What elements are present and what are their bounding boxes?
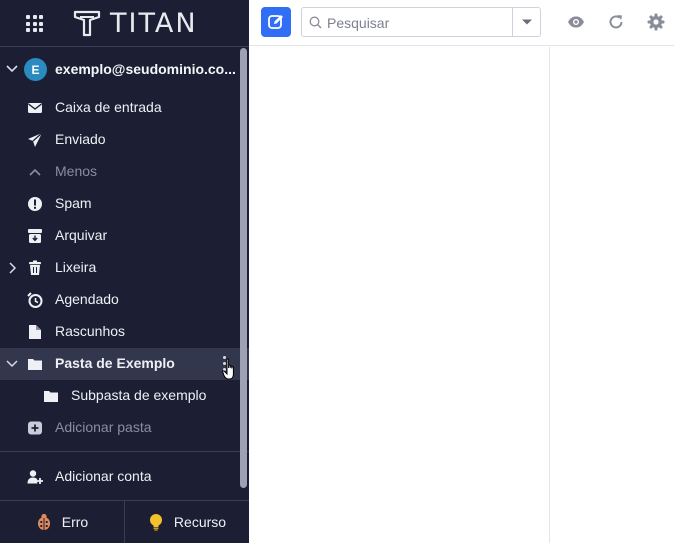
folder-scheduled[interactable]: Agendado <box>0 284 240 316</box>
titan-logo: TITAN <box>72 7 198 39</box>
folder-sent[interactable]: Enviado <box>0 124 240 156</box>
hand-pointer-cursor-icon <box>222 358 234 380</box>
eye-icon[interactable] <box>567 13 585 31</box>
add-folder-button[interactable]: Adicionar pasta <box>0 412 240 444</box>
folder-label: Subpasta de exemplo <box>71 387 207 403</box>
folder-icon <box>28 359 42 370</box>
folder-label: Rascunhos <box>55 323 126 339</box>
folder-label: Adicionar pasta <box>55 419 152 435</box>
sidebar-footer: Erro Recurso <box>0 501 249 543</box>
reading-pane <box>550 47 674 543</box>
folder-label: Agendado <box>55 291 119 307</box>
folder-subfolder[interactable]: Subpasta de exemplo <box>0 380 240 412</box>
gear-icon[interactable] <box>647 13 665 31</box>
apps-grid-icon[interactable] <box>26 15 43 32</box>
exclamation-circle-icon <box>28 197 42 211</box>
clock-icon <box>27 292 43 308</box>
folder-example[interactable]: Pasta de Exemplo <box>0 348 249 380</box>
search-icon <box>309 16 322 29</box>
paper-plane-icon <box>28 132 43 147</box>
add-account-button[interactable]: Adicionar conta <box>0 461 240 493</box>
refresh-icon[interactable] <box>607 13 625 31</box>
brand-name: TITAN <box>110 7 198 39</box>
folder-spam[interactable]: Spam <box>0 188 240 220</box>
sidebar: TITAN E exemplo@seudominio.co... Caixa d… <box>0 0 249 543</box>
chevron-down-icon[interactable] <box>5 357 19 371</box>
compose-button[interactable] <box>261 7 291 37</box>
divider <box>0 451 249 452</box>
add-account-label: Adicionar conta <box>55 468 152 484</box>
bug-icon <box>37 513 50 530</box>
folder-inbox[interactable]: Caixa de entrada <box>0 92 240 124</box>
folder-label: Spam <box>55 195 92 211</box>
search-box <box>301 7 541 37</box>
chevron-right-icon[interactable] <box>5 261 19 275</box>
plus-circle-icon <box>28 421 42 435</box>
search-input[interactable] <box>327 12 507 33</box>
folder-label: Pasta de Exemplo <box>55 355 175 371</box>
bug-label: Erro <box>61 514 89 530</box>
report-bug-button[interactable]: Erro <box>0 501 124 543</box>
message-list-pane <box>249 47 550 543</box>
compose-icon <box>268 15 283 29</box>
add-user-icon <box>27 470 43 484</box>
feature-label: Recurso <box>173 514 227 530</box>
folder-label: Lixeira <box>55 259 97 275</box>
folder-label: Enviado <box>55 131 106 147</box>
account-row[interactable]: E exemplo@seudominio.co... <box>0 54 240 84</box>
folder-trash[interactable]: Lixeira <box>0 252 240 284</box>
caret-down-icon <box>522 19 532 25</box>
account-email: exemplo@seudominio.co... <box>55 61 236 77</box>
draft-icon <box>29 325 41 339</box>
lightbulb-icon <box>149 514 162 531</box>
archive-icon <box>28 229 42 243</box>
folder-label: Arquivar <box>55 227 108 243</box>
avatar: E <box>24 58 47 81</box>
sidebar-scrollbar[interactable] <box>240 48 247 488</box>
topbar <box>249 0 674 46</box>
feature-request-button[interactable]: Recurso <box>124 501 249 543</box>
search-options-dropdown[interactable] <box>512 8 541 36</box>
folder-less-toggle[interactable]: Menos <box>0 156 240 188</box>
titan-logo-icon <box>73 10 101 37</box>
divider <box>0 46 249 47</box>
folder-icon <box>44 391 58 402</box>
folder-label: Menos <box>55 163 98 179</box>
trash-icon <box>29 260 41 275</box>
chevron-down-icon[interactable] <box>5 62 19 76</box>
brand-header: TITAN <box>0 0 249 46</box>
folder-label: Caixa de entrada <box>55 99 162 115</box>
folder-archive[interactable]: Arquivar <box>0 220 240 252</box>
envelope-icon <box>28 103 42 113</box>
chevron-up-icon <box>29 168 41 176</box>
folder-drafts[interactable]: Rascunhos <box>0 316 240 348</box>
